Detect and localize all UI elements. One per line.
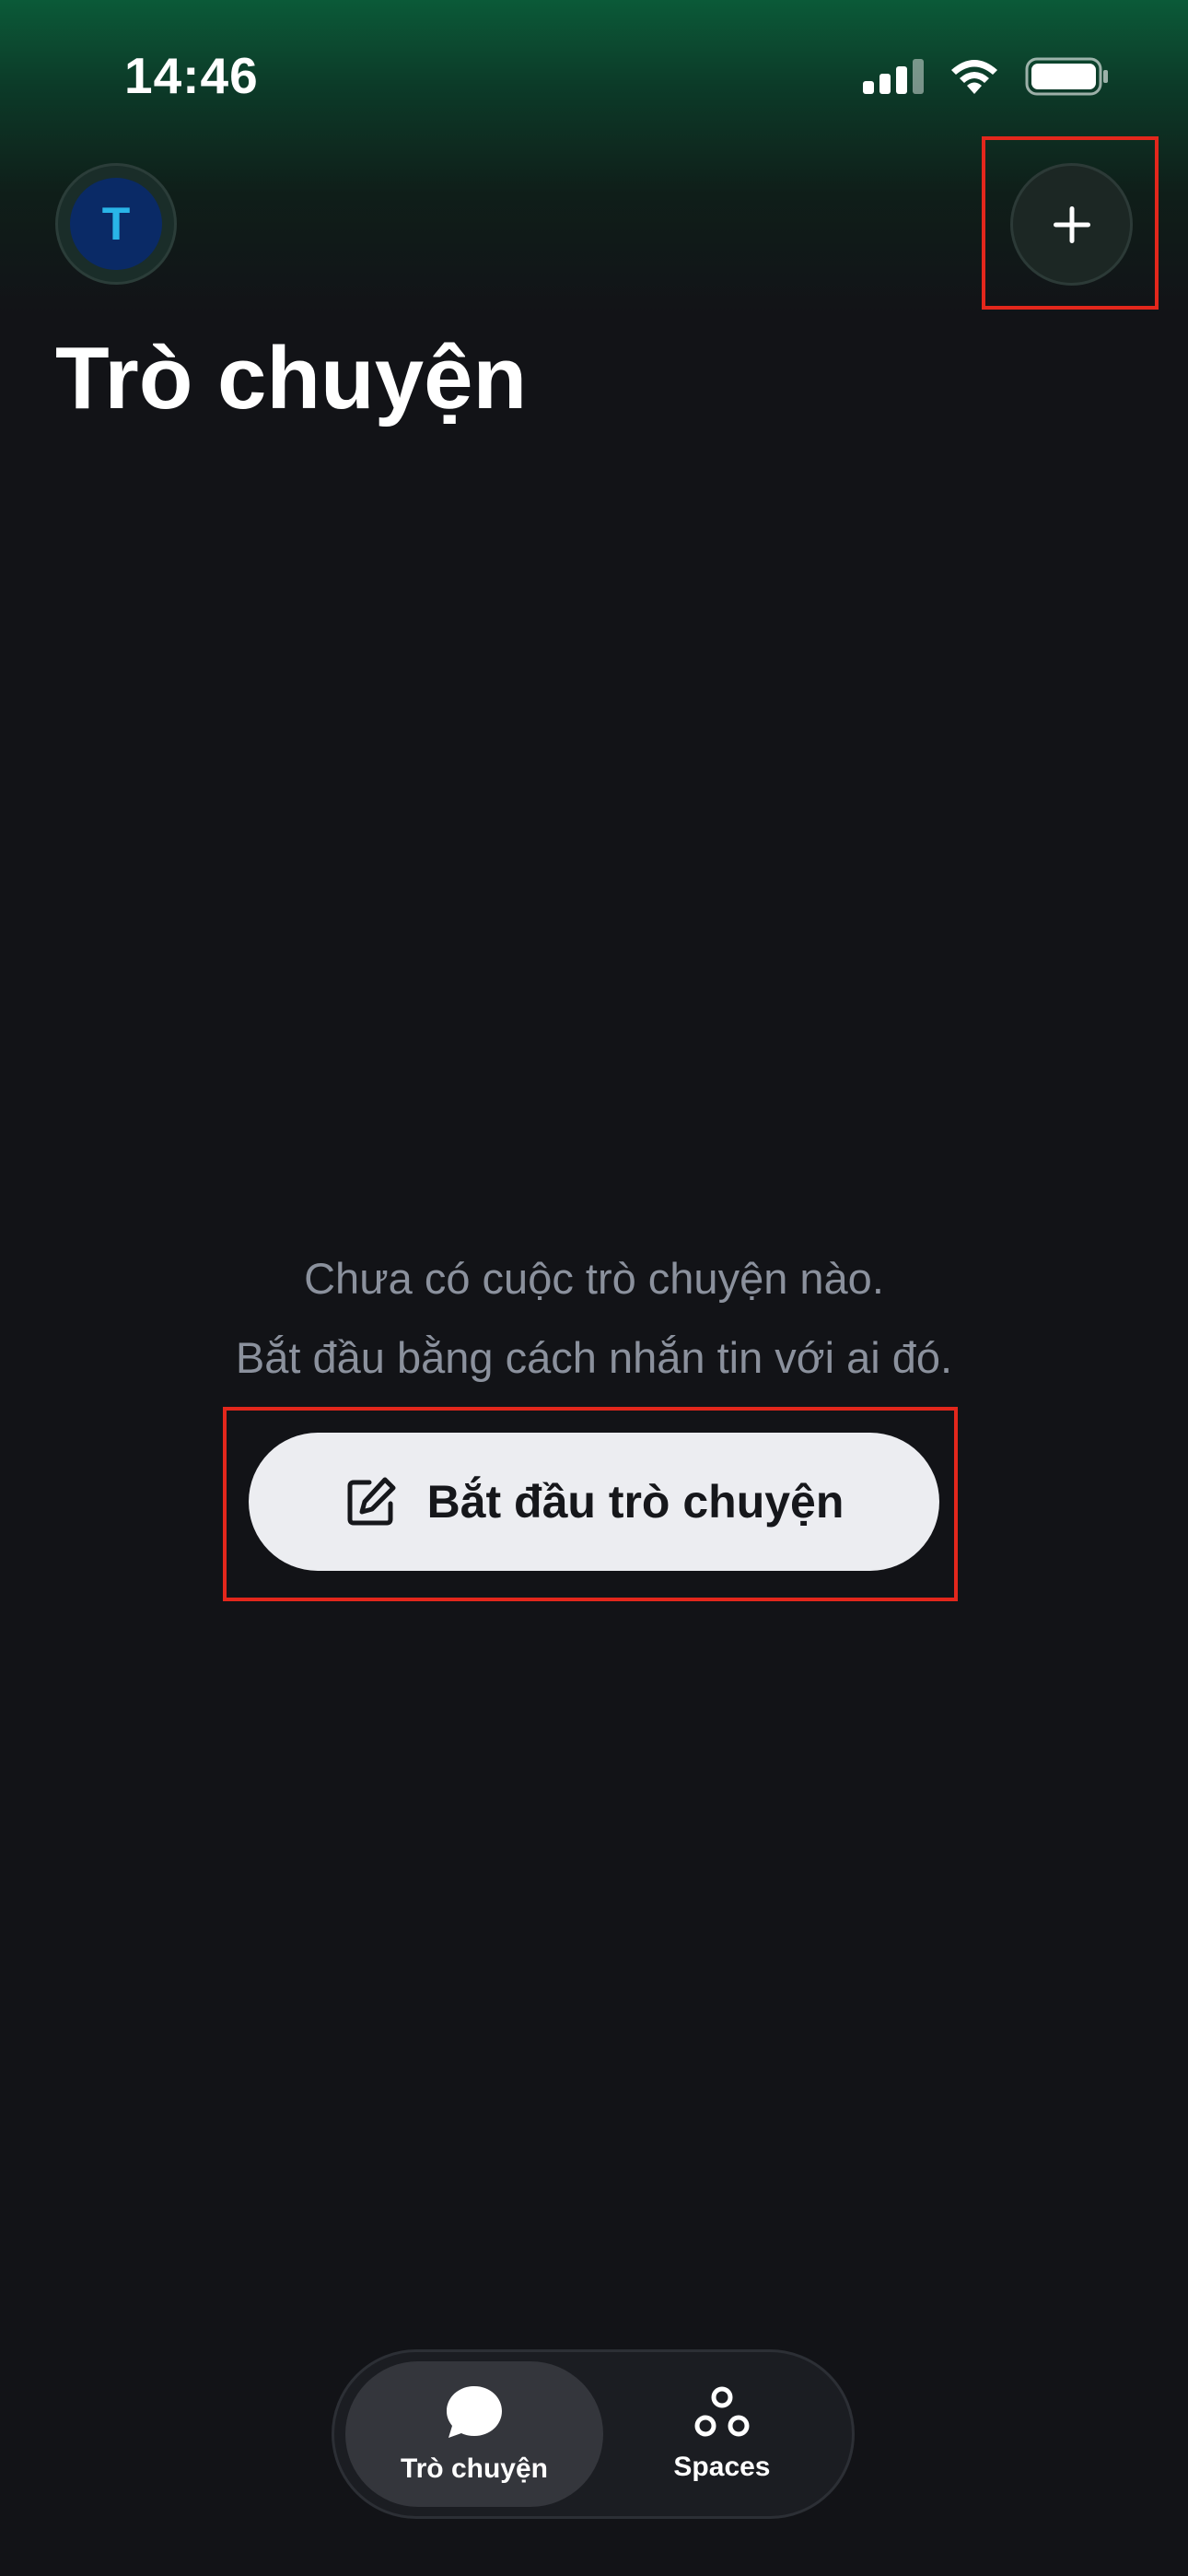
- edit-icon: [347, 1477, 396, 1526]
- tab-chats[interactable]: Trò chuyện: [345, 2361, 603, 2507]
- new-chat-plus-button[interactable]: [1010, 163, 1133, 286]
- page-title: Trò chuyện: [55, 329, 528, 427]
- spaces-icon: [694, 2386, 750, 2437]
- user-avatar[interactable]: T: [55, 163, 177, 285]
- plus-icon: [1053, 205, 1090, 243]
- chat-bubble-icon: [446, 2386, 502, 2438]
- empty-state-line-1: Chưa có cuộc trò chuyện nào.: [304, 1254, 884, 1303]
- start-chat-label: Bắt đầu trò chuyện: [426, 1476, 844, 1528]
- avatar-initial: T: [70, 178, 162, 270]
- tab-spaces-label: Spaces: [673, 2452, 771, 2482]
- status-time: 14:46: [124, 47, 259, 104]
- bottom-tab-bar: Trò chuyện Spaces: [332, 2349, 855, 2519]
- empty-state-message: Chưa có cuộc trò chuyện nào. Bắt đầu bằn…: [0, 1239, 1188, 1398]
- chat-list-screen: 14:46 T Trò chuyện Chưa có cuộc trò chuy…: [0, 0, 1188, 2576]
- wifi-icon: [951, 60, 997, 94]
- cellular-signal-icon: [863, 59, 924, 94]
- start-chat-button[interactable]: Bắt đầu trò chuyện: [249, 1433, 939, 1571]
- empty-state-line-2: Bắt đầu bằng cách nhắn tin với ai đó.: [235, 1333, 953, 1382]
- tab-chats-label: Trò chuyện: [400, 2453, 548, 2484]
- battery-icon: [1025, 57, 1108, 96]
- tab-spaces[interactable]: Spaces: [603, 2361, 841, 2507]
- status-icons: [863, 57, 1110, 96]
